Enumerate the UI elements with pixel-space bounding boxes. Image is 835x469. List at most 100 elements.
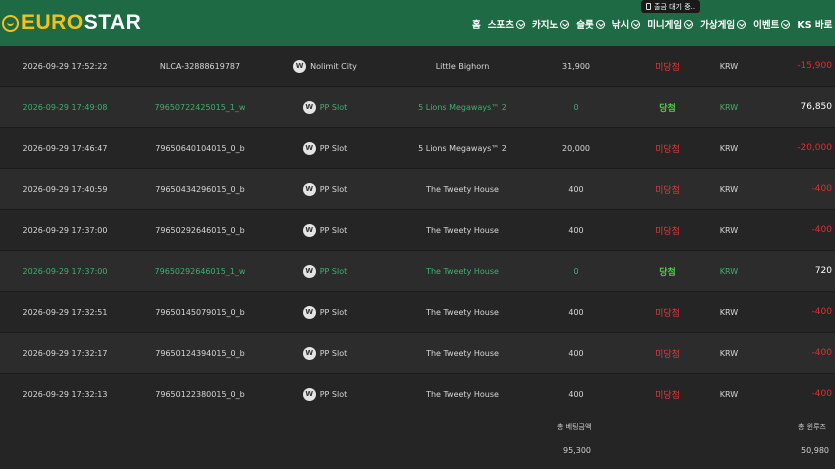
table-row[interactable]: 2026-09-29 17:46:47 79650640104015_0_b W PP… (0, 128, 835, 169)
bet-date-cell-text: 2026-09-29 17:37:00 (22, 225, 108, 235)
nav-item-label: 스포츠 (487, 20, 514, 31)
withdraw-pending-tooltip: 출금 대기 중.. (641, 0, 701, 13)
game-cell: The Tweety House (380, 169, 545, 209)
currency-cell: KRW (710, 169, 748, 209)
nav-item[interactable]: 슬롯 (576, 17, 605, 31)
bet-date-cell: 2026-09-29 17:49:08 (0, 87, 130, 127)
winloss-amount-cell: -400 (780, 210, 832, 250)
nav-item-label: 이벤트 (753, 20, 780, 31)
result-status-cell-text: 미당첨 (655, 144, 680, 155)
result-status-cell: 미당첨 (630, 333, 705, 373)
game-cell: The Tweety House (380, 292, 545, 332)
provider-cell: W Nolimit City (280, 46, 370, 86)
table-row[interactable]: 2026-09-29 17:37:00 79650292646015_1_w W PP… (0, 251, 835, 292)
bet-amount-cell-text: 400 (568, 307, 584, 317)
bet-id-cell-text: 79650292646015_1_w (154, 266, 246, 276)
table-row[interactable]: 2026-09-29 17:52:22 NLCA-32888619787 W Noli… (0, 46, 835, 87)
result-status-cell: 미당첨 (630, 169, 705, 209)
nav-item[interactable]: 낚시 (611, 17, 641, 31)
provider-logo-icon: W (302, 223, 316, 237)
nav-item-label: 미니게임 (647, 20, 683, 31)
table-row[interactable]: 2026-09-29 17:32:17 79650124394015_0_b W PP… (0, 333, 835, 374)
provider-logo-icon: W (302, 141, 316, 155)
total-winloss-label: 총 윈루즈 (798, 423, 826, 431)
provider-cell: W PP Slot (280, 210, 370, 250)
nav-item-label: 낚시 (611, 20, 630, 31)
chevron-down-circle-icon (684, 19, 694, 29)
nav-item-label: KS 바로 (797, 20, 833, 31)
nav-item[interactable]: 스포츠 (488, 17, 525, 31)
provider-cell: W PP Slot (280, 87, 370, 127)
result-status-cell-text: 미당첨 (655, 226, 680, 237)
bet-amount-cell-text: 31,900 (562, 61, 590, 71)
game-cell-text: Little Bighorn (435, 61, 490, 71)
winloss-amount-cell: -20,000 (780, 128, 832, 168)
table-row[interactable]: 2026-09-29 17:32:51 79650145079015_0_b W PP… (0, 292, 835, 333)
provider-cell-text: PP Slot (319, 184, 348, 194)
summary-row: 총 베팅금액 95,300 총 윈루즈 50,980 (0, 407, 835, 469)
bet-date-cell-text: 2026-09-29 17:40:59 (22, 184, 108, 194)
winloss-amount-cell-text: -15,900 (797, 61, 832, 71)
currency-cell-text: KRW (719, 102, 739, 112)
nav-item[interactable]: 미니게임 (647, 17, 694, 31)
winloss-amount-cell: -400 (780, 333, 832, 373)
game-cell-text: The Tweety House (426, 184, 499, 194)
bet-amount-cell-text: 0 (573, 266, 579, 276)
bet-amount-cell: 400 (545, 210, 607, 250)
nav-item[interactable]: KS 바로 (797, 17, 832, 31)
currency-cell-text: KRW (719, 61, 739, 71)
currency-cell: KRW (710, 251, 748, 291)
provider-logo-icon: W (302, 387, 316, 401)
game-cell-text: The Tweety House (426, 348, 499, 358)
game-cell-text: 5 Lions Megaways™ 2 (418, 143, 507, 153)
tooltip-text: 출금 대기 중.. (654, 2, 696, 11)
currency-cell-text: KRW (719, 348, 739, 358)
table-row[interactable]: 2026-09-29 17:37:00 79650292646015_0_b W PP… (0, 210, 835, 251)
result-status-cell-text: 미당첨 (655, 349, 680, 360)
table-row[interactable]: 2026-09-29 17:40:59 79650434296015_0_b W PP… (0, 169, 835, 210)
bet-date-cell: 2026-09-29 17:40:59 (0, 169, 130, 209)
bet-date-cell: 2026-09-29 17:37:00 (0, 210, 130, 250)
winloss-amount-cell-text: -400 (811, 225, 832, 235)
nav-item-label: 홈 (472, 20, 481, 31)
site-logo[interactable]: EUROSTAR (2, 9, 141, 37)
bet-date-cell-text: 2026-09-29 17:32:17 (22, 348, 108, 358)
winloss-amount-cell-text: -400 (811, 389, 832, 399)
provider-logo-icon: W (302, 305, 316, 319)
table-row[interactable]: 2026-09-29 17:49:08 79650722425015_1_w W PP… (0, 87, 835, 128)
currency-cell-text: KRW (719, 143, 739, 153)
nav-item[interactable]: 이벤트 (753, 17, 791, 31)
bet-id-cell-text: 79650434296015_0_b (155, 184, 245, 194)
game-cell: Little Bighorn (380, 46, 545, 86)
bet-date-cell-text: 2026-09-29 17:46:47 (22, 143, 108, 153)
currency-cell-text: KRW (719, 389, 739, 399)
provider-cell-text: PP Slot (319, 143, 348, 153)
provider-cell: W PP Slot (280, 292, 370, 332)
chevron-down-circle-icon (515, 19, 525, 29)
provider-cell-text: PP Slot (319, 225, 348, 235)
nav-item[interactable]: 카지노 (532, 17, 570, 31)
total-bet-label: 총 베팅금액 (557, 423, 592, 431)
bet-id-cell: 79650292646015_0_b (130, 210, 270, 250)
currency-cell: KRW (710, 292, 748, 332)
bet-amount-cell: 0 (545, 87, 607, 127)
provider-cell: W PP Slot (280, 333, 370, 373)
bet-amount-cell: 31,900 (545, 46, 607, 86)
provider-cell-text: PP Slot (319, 389, 348, 399)
bet-amount-cell-text: 400 (568, 184, 584, 194)
bet-date-cell-text: 2026-09-29 17:32:51 (22, 307, 108, 317)
game-cell: The Tweety House (380, 251, 545, 291)
nav-item[interactable]: 가상게임 (700, 17, 747, 31)
nav-item[interactable]: 홈 (472, 17, 481, 31)
bet-amount-cell-text: 400 (568, 225, 584, 235)
provider-cell-text: PP Slot (319, 348, 348, 358)
currency-cell-text: KRW (719, 225, 739, 235)
winloss-amount-cell-text: -400 (811, 348, 832, 358)
currency-cell-text: KRW (719, 266, 739, 276)
bet-id-cell: 79650124394015_0_b (130, 333, 270, 373)
result-status-cell: 미당첨 (630, 292, 705, 332)
provider-cell: W PP Slot (280, 128, 370, 168)
game-cell: The Tweety House (380, 210, 545, 250)
game-cell: 5 Lions Megaways™ 2 (380, 87, 545, 127)
winloss-amount-cell: -400 (780, 169, 832, 209)
